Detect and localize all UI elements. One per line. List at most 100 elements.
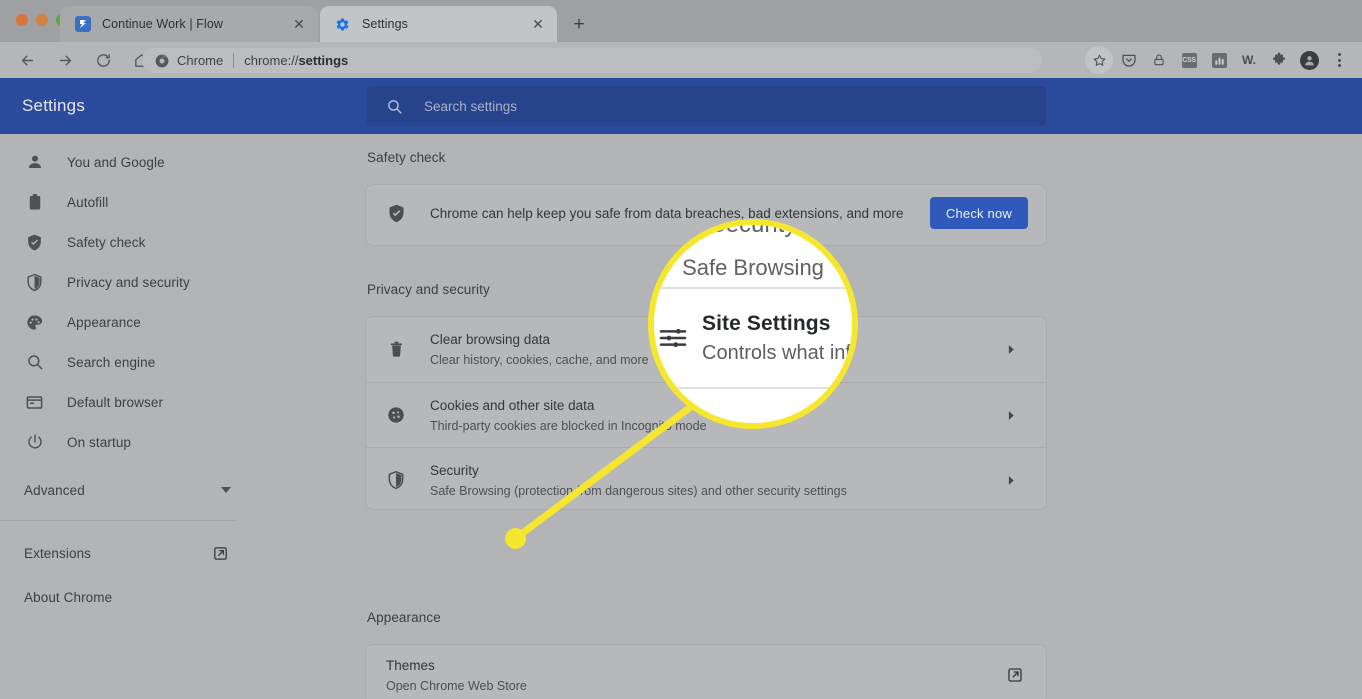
browser-window-icon [24, 392, 45, 413]
shield-check-icon [24, 232, 45, 253]
sidebar-item-default-browser[interactable]: Default browser [0, 382, 255, 422]
extensions-puzzle-icon[interactable] [1265, 46, 1293, 74]
cookie-icon [384, 403, 408, 427]
appearance-card: Themes Open Chrome Web Store [365, 644, 1047, 699]
chrome-logo-icon [154, 53, 169, 68]
row-security[interactable]: Security Safe Browsing (protection from … [366, 447, 1046, 509]
sidebar-item-appearance[interactable]: Appearance [0, 302, 255, 342]
bookmark-star-icon[interactable] [1085, 46, 1113, 74]
power-icon [24, 432, 45, 453]
magnified-row-text: Site Settings Controls what info [702, 312, 852, 365]
sidebar-item-label: Default browser [67, 394, 164, 410]
row-themes[interactable]: Themes Open Chrome Web Store [366, 645, 1046, 699]
tab-title: Continue Work | Flow [102, 17, 224, 31]
profile-avatar-icon[interactable] [1295, 46, 1323, 74]
site-chip-label: Chrome [177, 53, 224, 68]
magnified-site-settings-row[interactable]: Site Settings Controls what info [654, 289, 852, 387]
external-link-icon[interactable] [1004, 664, 1026, 686]
sidebar-advanced-label: Advanced [24, 482, 85, 498]
search-input-placeholder: Search settings [424, 98, 518, 114]
chart-extension-icon[interactable] [1205, 46, 1233, 74]
row-subtitle: Safe Browsing (protection from dangerous… [430, 483, 847, 498]
section-title-appearance: Appearance [367, 610, 441, 625]
sidebar-item-label: Search engine [67, 354, 156, 370]
row-subtitle: Open Chrome Web Store [386, 678, 527, 693]
avatar [1299, 50, 1319, 70]
sidebar-item-autofill[interactable]: Autofill [0, 182, 255, 222]
settings-sidebar: You and Google Autofill Safety check Pri… [0, 134, 255, 699]
chevron-down-icon[interactable] [221, 487, 231, 493]
sidebar-item-you-and-google[interactable]: You and Google [0, 142, 255, 182]
sidebar-item-label: You and Google [67, 154, 165, 170]
url-prefix: chrome:// [244, 53, 299, 68]
magnifier-content: Security Safe Browsing Site Settings Con… [654, 225, 852, 423]
css-extension-glyph: CSS [1181, 52, 1197, 68]
wikipedia-extension-icon[interactable]: W. [1235, 46, 1263, 74]
tab-continue-work-flow[interactable]: Continue Work | Flow ✕ [60, 6, 318, 42]
lock-icon[interactable] [1145, 46, 1173, 74]
sidebar-item-search-engine[interactable]: Search engine [0, 342, 255, 382]
clipboard-icon [24, 192, 45, 213]
sidebar-item-label: On startup [67, 434, 132, 450]
magnified-row-subtitle: Controls what info [702, 341, 852, 364]
search-settings-field[interactable]: Search settings [367, 86, 1046, 126]
shield-half-icon [24, 272, 45, 293]
page-title: Settings [22, 96, 86, 115]
sidebar-item-safety-check[interactable]: Safety check [0, 222, 255, 262]
check-now-button[interactable]: Check now [929, 197, 1028, 229]
reload-icon[interactable] [88, 45, 118, 75]
sidebar-item-privacy-and-security[interactable]: Privacy and security [0, 262, 255, 302]
tab-strip: Continue Work | Flow ✕ Settings ✕ + [0, 0, 1362, 42]
external-link-icon[interactable] [209, 542, 231, 564]
pocket-icon[interactable] [1115, 46, 1143, 74]
sidebar-item-on-startup[interactable]: On startup [0, 422, 255, 462]
sidebar-divider [0, 520, 236, 521]
forward-icon[interactable] [50, 45, 80, 75]
sidebar-about-label: About Chrome [24, 589, 113, 605]
chart-extension-glyph [1211, 52, 1227, 68]
omnibox-divider [233, 53, 235, 68]
palette-icon [24, 312, 45, 333]
shield-check-icon [384, 201, 408, 225]
css-extension-icon[interactable]: CSS [1175, 46, 1203, 74]
safety-check-message: Chrome can help keep you safe from data … [430, 205, 904, 221]
close-icon[interactable]: ✕ [290, 15, 308, 33]
back-icon[interactable] [12, 45, 42, 75]
sidebar-item-label: Privacy and security [67, 274, 190, 290]
sidebar-item-about-chrome[interactable]: About Chrome [0, 575, 255, 619]
row-text: Security Safe Browsing (protection from … [430, 461, 994, 500]
row-title: Security [430, 462, 479, 478]
sidebar-item-label: Appearance [67, 314, 141, 330]
search-icon [24, 352, 45, 373]
chevron-right-icon[interactable] [994, 399, 1026, 431]
browser-window: Continue Work | Flow ✕ Settings ✕ + Chro… [0, 0, 1362, 699]
magnified-safe-browsing-label: Safe Browsing [682, 255, 824, 280]
close-icon[interactable]: ✕ [529, 15, 547, 33]
person-icon [24, 152, 45, 173]
tab-title: Settings [362, 17, 408, 31]
url-text: chrome://settings [244, 53, 348, 68]
chevron-right-icon[interactable] [994, 334, 1026, 366]
row-text: Themes Open Chrome Web Store [386, 656, 1004, 695]
section-title-privacy-and-security: Privacy and security [367, 282, 490, 297]
search-icon [385, 97, 404, 116]
new-tab-button[interactable]: + [566, 12, 592, 38]
address-bar[interactable]: Chrome chrome://settings [142, 48, 1042, 73]
sidebar-item-label: Safety check [67, 234, 146, 250]
magnified-section-label: Security [710, 225, 797, 239]
sidebar-item-label: Autofill [67, 194, 109, 210]
chrome-menu-kebab-icon[interactable] [1325, 46, 1353, 74]
sidebar-item-extensions[interactable]: Extensions [0, 531, 255, 575]
kebab-dots [1337, 53, 1341, 67]
callout-pointer-dot [505, 528, 526, 549]
section-title-safety-check: Safety check [367, 150, 446, 165]
close-window-button[interactable] [16, 14, 28, 26]
magnified-previous-row: Security Safe Browsing [654, 225, 852, 287]
chevron-right-icon[interactable] [994, 464, 1026, 496]
minimize-window-button[interactable] [36, 14, 48, 26]
sidebar-item-advanced[interactable]: Advanced [0, 470, 255, 510]
gear-icon [334, 16, 351, 33]
wikipedia-extension-glyph: W. [1242, 53, 1256, 67]
trash-icon [384, 338, 408, 362]
tab-settings[interactable]: Settings ✕ [320, 6, 557, 42]
